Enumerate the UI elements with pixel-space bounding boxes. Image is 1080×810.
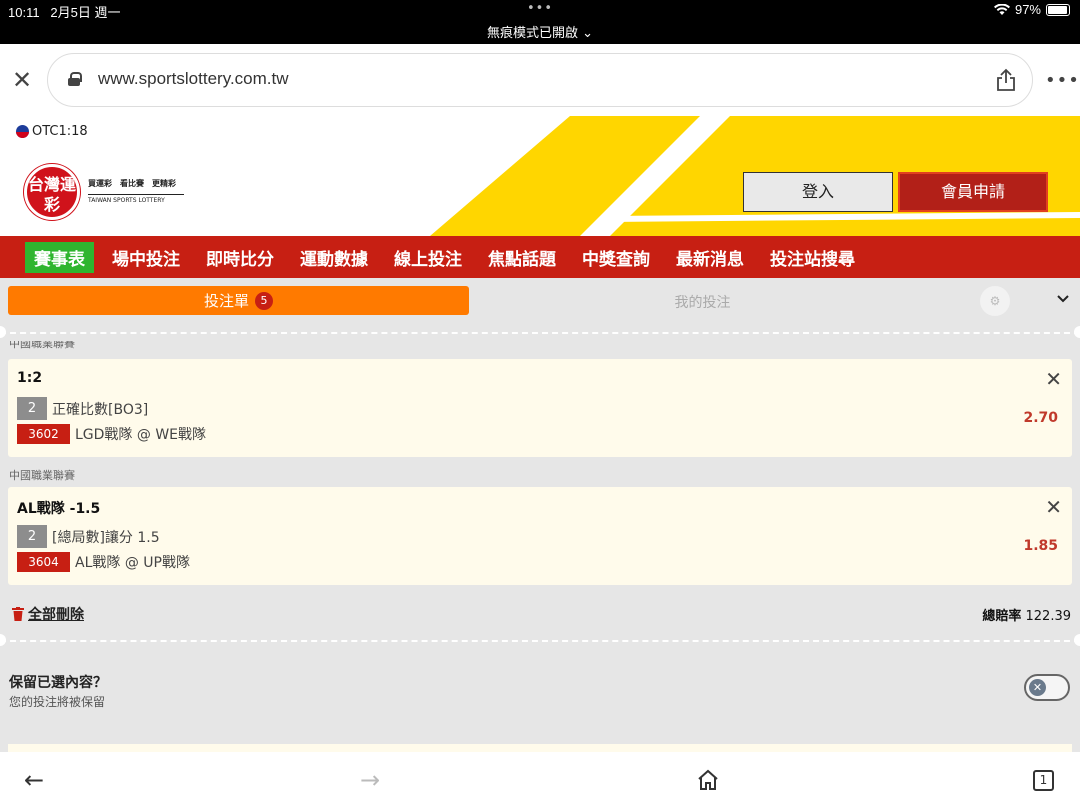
tab-my-bets[interactable]: 我的投注	[600, 292, 805, 312]
bet-code: 3604	[17, 552, 70, 572]
main-nav: 賽事表 場中投注 即時比分 運動數據 線上投注 焦點話題 中獎查詢 最新消息 投…	[0, 236, 1080, 278]
nav-item-sports-data[interactable]: 運動數據	[300, 245, 368, 270]
battery-icon	[1046, 3, 1070, 16]
bet-selection: 1:2	[17, 370, 43, 386]
delete-all-button[interactable]: 全部刪除	[12, 604, 84, 624]
taiwan-flag-icon	[16, 125, 29, 138]
multitask-dots-icon[interactable]: •••	[527, 1, 553, 16]
region-text: OTC1:18	[32, 124, 88, 139]
more-icon[interactable]: •••	[1045, 70, 1080, 91]
toggle-off-icon: ✕	[1029, 679, 1046, 696]
nav-item-prize-check[interactable]: 中獎查詢	[582, 245, 650, 270]
browser-url-bar: ✕ www.sportslottery.com.tw •••	[0, 44, 1080, 116]
gear-icon[interactable]: ⚙	[980, 286, 1010, 316]
tabs-icon[interactable]: 1	[1033, 770, 1054, 791]
nav-item-hot-topics[interactable]: 焦點話題	[488, 245, 556, 270]
bet-odds: 2.70	[1023, 410, 1058, 426]
bet-market: [總局數]讓分 1.5	[52, 529, 160, 546]
region-indicator: OTC1:18	[16, 124, 88, 139]
bet-match: LGD戰隊 @ WE戰隊	[75, 427, 207, 443]
chevron-down-icon[interactable]	[1056, 292, 1070, 306]
divider	[0, 332, 1080, 334]
keep-selections-title: 保留已選內容？	[9, 675, 107, 691]
share-icon[interactable]	[996, 68, 1016, 92]
bet-match-row: 3602 LGD戰隊 @ WE戰隊	[17, 424, 206, 444]
close-icon[interactable]: ✕	[1045, 367, 1062, 391]
bet-market-row: 2 正確比數[BO3]	[17, 397, 148, 420]
status-date: 2月5日 週一	[50, 5, 121, 20]
bet-match-row: 3604 AL戰隊 @ UP戰隊	[17, 552, 190, 572]
divider-notch	[0, 634, 6, 646]
tab-betslip-label: 投注單	[203, 292, 249, 310]
back-arrow-icon[interactable]: ←	[24, 766, 44, 794]
logo-slogan: 買運彩 看比賽 更精彩	[88, 179, 176, 188]
status-clock: 10:11	[8, 5, 40, 20]
wifi-icon	[993, 3, 1010, 15]
nav-item-live-betting[interactable]: 場中投注	[112, 245, 180, 270]
nav-item-schedule[interactable]: 賽事表	[25, 241, 94, 273]
logo-english: TAIWAN SPORTS LOTTERY	[88, 194, 184, 204]
battery-percent: 97%	[1014, 2, 1041, 17]
bet-odds: 1.85	[1023, 538, 1058, 554]
bet-number: 2	[17, 397, 47, 420]
bet-market-row: 2 [總局數]讓分 1.5	[17, 525, 160, 548]
nav-item-online-betting[interactable]: 線上投注	[394, 245, 462, 270]
chevron-down-icon: ⌄	[582, 26, 594, 41]
tab-betslip[interactable]: 投注單 5	[8, 286, 469, 315]
forward-arrow-icon[interactable]: →	[360, 766, 380, 794]
total-odds-value: 122.39	[1025, 609, 1072, 624]
status-bar: 10:11 2月5日 週一 ••• 97% 無痕模式已開啟 ⌄	[0, 0, 1080, 44]
keep-selections-toggle[interactable]: ✕	[1024, 674, 1070, 701]
bet-card: AL戰隊 -1.5 ✕ 2 [總局數]讓分 1.5 3604 AL戰隊 @ UP…	[8, 487, 1072, 585]
close-icon[interactable]: ✕	[1045, 495, 1062, 519]
bet-code: 3602	[17, 424, 70, 444]
bet-card: 1:2 ✕ 2 正確比數[BO3] 3602 LGD戰隊 @ WE戰隊 2.70	[8, 359, 1072, 457]
nav-item-store-search[interactable]: 投注站搜尋	[770, 245, 855, 270]
divider-notch	[1074, 326, 1080, 338]
delete-all-label: 全部刪除	[28, 607, 84, 623]
site-logo[interactable]: 台灣運彩 買運彩 看比賽 更精彩 TAIWAN SPORTS LOTTERY	[24, 164, 184, 222]
address-field[interactable]: www.sportslottery.com.tw	[47, 53, 1033, 107]
logo-mark: 台灣運彩	[24, 164, 80, 220]
lock-icon	[68, 72, 82, 86]
bet-selection: AL戰隊 -1.5	[17, 501, 101, 517]
private-mode-label: 無痕模式已開啟	[486, 26, 578, 41]
bet-number: 2	[17, 525, 47, 548]
keep-selections-subtitle: 您的投注將被保留	[9, 695, 106, 709]
league-label: 中國職業聯賽	[9, 341, 75, 350]
betslip-tabs: 投注單 5 我的投注 ⚙	[0, 278, 1080, 326]
league-label: 中國職業聯賽	[9, 469, 75, 482]
register-button[interactable]: 會員申請	[898, 172, 1048, 212]
home-icon[interactable]	[697, 769, 719, 791]
site-header: OTC1:18 台灣運彩 買運彩 看比賽 更精彩 TAIWAN SPORTS L…	[0, 116, 1080, 236]
private-mode-indicator[interactable]: 無痕模式已開啟 ⌄	[0, 22, 1080, 41]
bet-market: 正確比數[BO3]	[52, 401, 149, 418]
close-icon[interactable]: ✕	[12, 66, 32, 94]
login-button[interactable]: 登入	[743, 172, 893, 212]
total-odds-label: 總賠率	[982, 609, 1022, 624]
bet-match: AL戰隊 @ UP戰隊	[75, 555, 190, 571]
trash-icon	[12, 607, 24, 621]
status-right: 97%	[993, 2, 1070, 17]
status-time: 10:11 2月5日 週一	[8, 2, 121, 21]
divider	[0, 640, 1080, 642]
nav-item-news[interactable]: 最新消息	[676, 245, 744, 270]
total-odds: 總賠率 122.39	[982, 605, 1071, 624]
browser-toolbar: ← → 1	[0, 752, 1080, 810]
betslip-count-badge: 5	[255, 291, 273, 310]
nav-item-live-scores[interactable]: 即時比分	[206, 245, 274, 270]
url-text[interactable]: www.sportslottery.com.tw	[98, 69, 289, 89]
divider-notch	[0, 326, 6, 338]
divider-notch	[1074, 634, 1080, 646]
